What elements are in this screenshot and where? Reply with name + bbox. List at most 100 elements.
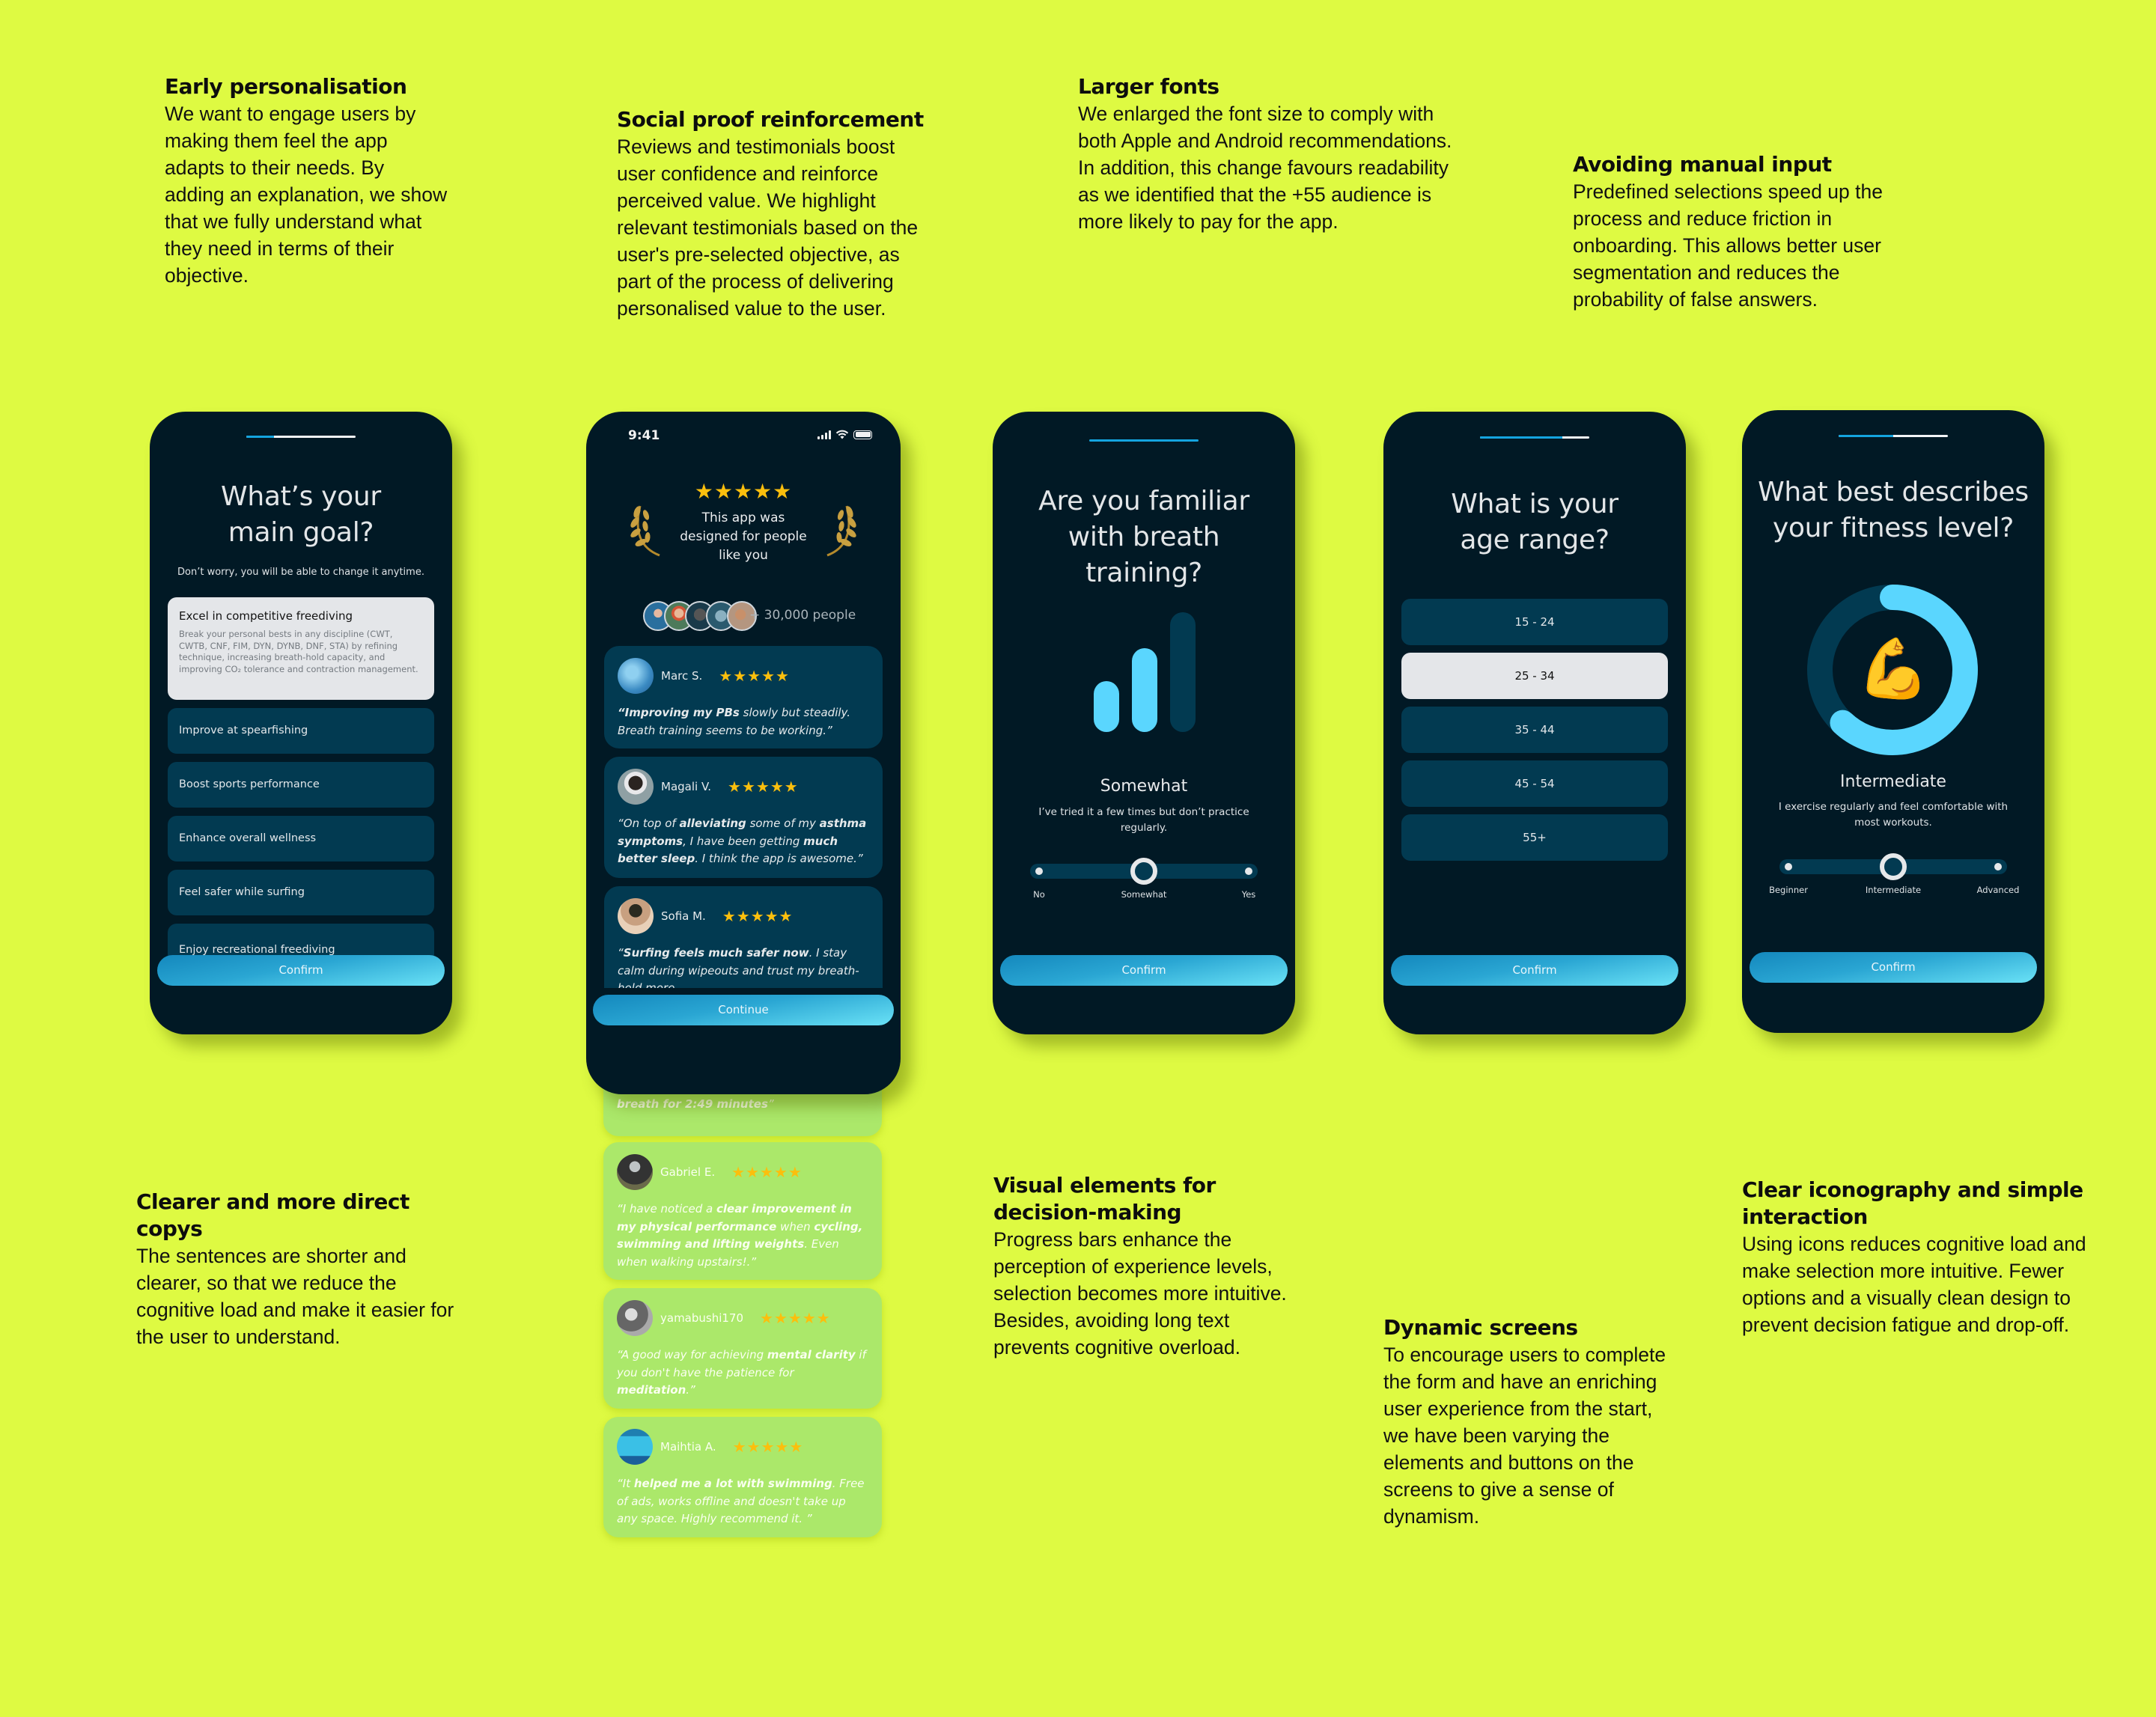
faded-review-card: yamabushi170 ★★★★★ “A good way for achie… xyxy=(603,1288,882,1409)
star-rating-icon: ★★★★★ xyxy=(722,908,794,925)
annotation-title: Clearer and more direct copys xyxy=(136,1189,409,1241)
goal-option[interactable]: Boost sports performance xyxy=(168,762,434,808)
hero-tagline: This app was designed for people like yo… xyxy=(680,510,807,563)
goal-option[interactable]: Enhance overall wellness xyxy=(168,816,434,861)
screen-subtitle: Don’t worry, you will be able to change … xyxy=(177,567,424,578)
faded-review-card: Gabriel E. ★★★★★ “I have noticed a clear… xyxy=(603,1142,882,1280)
review-text: “Surfing feels much safer now. I stay ca… xyxy=(618,946,859,988)
age-option[interactable]: 15 - 24 xyxy=(1401,599,1668,645)
star-rating-icon: ★★★★★ xyxy=(719,668,790,685)
annotation-title: Social proof reinforcement xyxy=(617,107,924,132)
fitness-slider[interactable] xyxy=(1779,853,2007,880)
slider-stop-dot[interactable] xyxy=(1245,867,1252,875)
confirm-button[interactable]: Confirm xyxy=(1391,955,1678,986)
avatar xyxy=(617,1154,653,1190)
level-bar-active xyxy=(1132,648,1157,732)
age-option[interactable]: 55+ xyxy=(1401,814,1668,861)
reviewer-name: Maihtia A. xyxy=(660,1440,716,1454)
annotation-body: The sentences are shorter and clearer, s… xyxy=(136,1245,454,1348)
selected-level-description: I’ve tried it a few times but don’t prac… xyxy=(1038,806,1249,834)
annotation-title: Larger fonts xyxy=(1078,74,1219,99)
user-avatar-stack xyxy=(643,601,757,631)
familiarity-slider[interactable] xyxy=(1030,858,1258,885)
reviewer-name: Marc S. xyxy=(661,669,703,683)
annotation-body: Progress bars enhance the perception of … xyxy=(993,1228,1287,1358)
confirm-button[interactable]: Confirm xyxy=(1000,955,1288,986)
slider-stop-dot[interactable] xyxy=(1035,867,1043,875)
slider-label: Yes xyxy=(1241,889,1256,900)
progress-fill xyxy=(1839,435,1893,437)
confirm-button[interactable]: Confirm xyxy=(157,955,445,986)
reviewer-name: Sofia M. xyxy=(661,909,706,923)
overflow-reviews: breath-hold and now I can hold my breath… xyxy=(603,1048,882,1542)
review-text: “I have noticed a clear improvement in m… xyxy=(617,1202,863,1269)
phone-social-proof-screen: 9:41 ★★★★★ This app was designed for peo… xyxy=(586,412,901,1094)
people-count: + 30,000 people xyxy=(749,608,856,623)
annotation-body: To encourage users to complete the form … xyxy=(1383,1344,1666,1528)
review-text: “On top of alleviating some of my asthma… xyxy=(618,817,867,865)
annotation-body: We enlarged the font size to comply with… xyxy=(1078,103,1452,233)
avatar xyxy=(618,658,654,694)
annotation-larger-fonts: Larger fonts We enlarged the font size t… xyxy=(1078,73,1460,235)
annotation-body: Reviews and testimonials boost user conf… xyxy=(617,135,919,320)
screen-title: What’s your main goal? xyxy=(221,481,381,548)
slider-label: Intermediate xyxy=(1865,885,1922,895)
status-bar-icons xyxy=(817,430,872,439)
wifi-icon xyxy=(835,430,849,439)
annotation-title: Clear iconography and simple interaction xyxy=(1742,1177,2083,1229)
level-bar-active xyxy=(1094,681,1119,732)
confirm-button[interactable]: Confirm xyxy=(1750,952,2037,983)
slider-label: No xyxy=(1033,889,1045,900)
age-option[interactable]: 45 - 54 xyxy=(1401,760,1668,807)
review-text: “It helped me a lot with swimming. Free … xyxy=(617,1477,865,1525)
age-option-selected[interactable]: 25 - 34 xyxy=(1401,653,1668,699)
slider-label: Somewhat xyxy=(1121,889,1167,900)
selected-level-description: I exercise regularly and feel comfortabl… xyxy=(1778,801,2009,829)
star-rating-icon: ★★★★★ xyxy=(728,778,799,796)
slider-stop-dot[interactable] xyxy=(1994,863,2002,870)
avatar xyxy=(617,1429,653,1465)
onboarding-progress-bar xyxy=(1480,436,1589,439)
goal-option-selected[interactable]: Excel in competitive freediving Break yo… xyxy=(168,597,434,700)
level-bar-inactive xyxy=(1170,612,1196,732)
onboarding-progress-bar xyxy=(246,436,356,438)
reviewer-name: Magali V. xyxy=(661,780,712,793)
rating-stars-icon: ★★★★★ xyxy=(694,480,793,503)
slider-stop-dot[interactable] xyxy=(1785,863,1792,870)
selected-level-name: Intermediate xyxy=(1840,772,1946,791)
reviewer-name: Gabriel E. xyxy=(660,1165,716,1179)
avatar xyxy=(618,769,654,805)
annotation-social-proof: Social proof reinforcement Reviews and t… xyxy=(617,106,931,322)
annotation-body: Predefined selections speed up the proce… xyxy=(1573,180,1883,311)
goal-option[interactable]: Improve at spearfishing xyxy=(168,708,434,754)
review-text: “Improving my PBs slowly but steadily. B… xyxy=(618,706,851,737)
review-text: “A good way for achieving mental clarity… xyxy=(617,1348,866,1397)
goal-option[interactable]: Feel safer while surfing xyxy=(168,870,434,915)
annotation-clear-iconography: Clear iconography and simple interaction… xyxy=(1742,1177,2086,1338)
phone-fitness-level-screen: What best describes your fitness level? … xyxy=(1742,410,2044,1033)
annotation-title: Visual elements for decision-making xyxy=(993,1173,1216,1225)
battery-icon xyxy=(853,430,872,439)
annotation-body: We want to engage users by making them f… xyxy=(165,103,448,287)
annotation-visual-elements: Visual elements for decision-making Prog… xyxy=(993,1172,1308,1361)
slider-thumb[interactable] xyxy=(1130,858,1157,885)
onboarding-progress-bar xyxy=(1839,435,1948,437)
avatar xyxy=(618,898,654,934)
annotation-body: Using icons reduces cognitive load and m… xyxy=(1742,1233,2086,1336)
onboarding-progress-bar xyxy=(1089,439,1199,442)
cellular-signal-icon xyxy=(817,430,831,439)
progress-fill xyxy=(1089,439,1199,442)
annotation-title: Dynamic screens xyxy=(1383,1315,1578,1340)
star-rating-icon: ★★★★★ xyxy=(732,1439,804,1456)
annotation-dynamic-screens: Dynamic screens To encourage users to co… xyxy=(1383,1314,1683,1530)
flexed-biceps-icon: 💪 xyxy=(1857,635,1930,701)
age-option[interactable]: 35 - 44 xyxy=(1401,707,1668,753)
annotation-clearer-copys: Clearer and more direct copys The senten… xyxy=(136,1189,473,1350)
faded-review-card: Maihtia A. ★★★★★ “It helped me a lot wit… xyxy=(603,1417,882,1537)
review-card: Sofia M. ★★★★★ “Surfing feels much safer… xyxy=(604,886,883,988)
review-card: Magali V. ★★★★★ “On top of alleviating s… xyxy=(604,757,883,878)
continue-button[interactable]: Continue xyxy=(593,995,894,1025)
slider-thumb[interactable] xyxy=(1880,853,1907,880)
annotation-avoiding-manual-input: Avoiding manual input Predefined selecti… xyxy=(1573,151,1910,313)
screen-title: What is your age range? xyxy=(1451,489,1618,555)
